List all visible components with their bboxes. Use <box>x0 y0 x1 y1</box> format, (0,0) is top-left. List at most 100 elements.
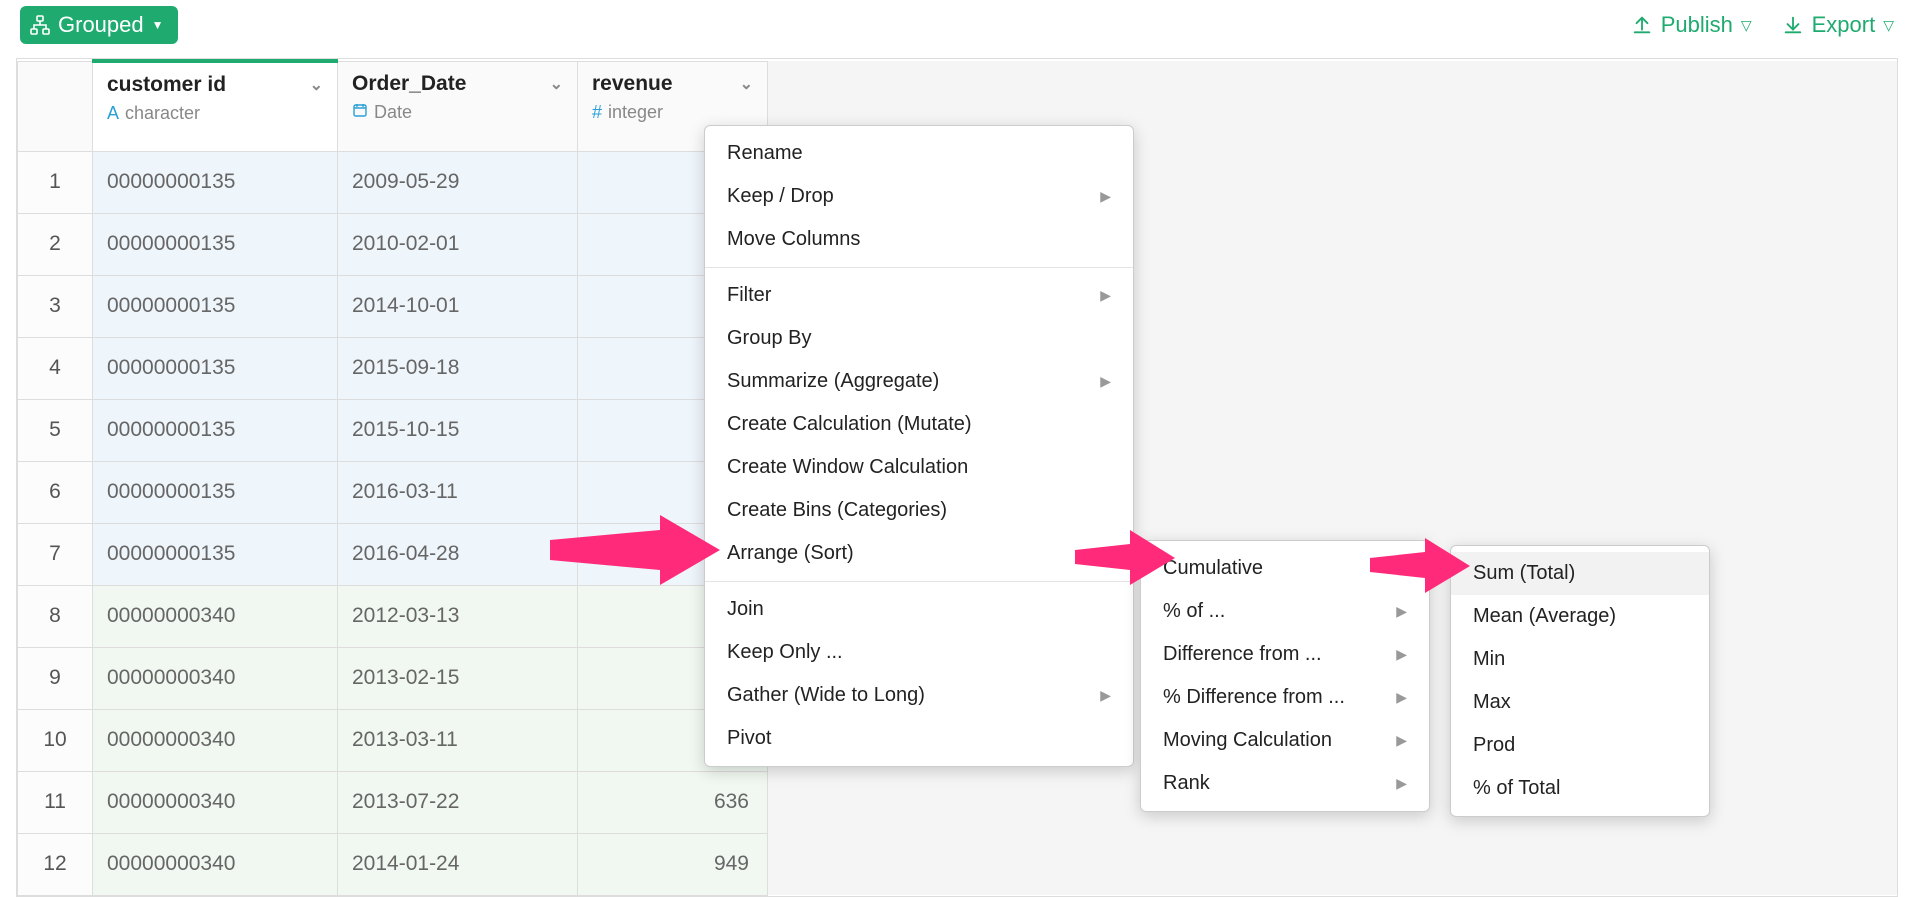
publish-button[interactable]: Publish ▽ <box>1631 12 1752 38</box>
chevron-right-icon: ▶ <box>1100 188 1111 205</box>
cell-order-date: 2015-09-18 <box>338 337 578 399</box>
chevron-right-icon: ▶ <box>1396 560 1407 577</box>
submenu-item-min[interactable]: Min <box>1451 638 1709 681</box>
menu-label: Filter <box>727 284 771 307</box>
chevron-right-icon: ▶ <box>1100 545 1111 562</box>
cell-customer-id: 00000000135 <box>93 337 338 399</box>
menu-label: Moving Calculation <box>1163 729 1332 752</box>
cell-customer-id: 00000000135 <box>93 151 338 213</box>
menu-label: % Difference from ... <box>1163 686 1345 709</box>
grouped-button[interactable]: Grouped ▼ <box>20 6 178 44</box>
caret-down-icon: ▼ <box>152 18 164 32</box>
menu-item-group-by[interactable]: Group By <box>705 317 1133 360</box>
menu-item-gather[interactable]: Gather (Wide to Long)▶ <box>705 674 1133 717</box>
window-calculation-submenu: Cumulative▶ % of ...▶ Difference from ..… <box>1140 540 1430 812</box>
cell-order-date: 2013-02-15 <box>338 647 578 709</box>
menu-label: Join <box>727 598 764 621</box>
upload-icon <box>1631 14 1653 36</box>
menu-label: % of Total <box>1473 777 1560 800</box>
menu-label: Create Window Calculation <box>727 456 968 479</box>
cumulative-submenu: Sum (Total) Mean (Average) Min Max Prod … <box>1450 545 1710 817</box>
submenu-item-percent-of[interactable]: % of ...▶ <box>1141 590 1429 633</box>
menu-item-create-bins[interactable]: Create Bins (Categories) <box>705 489 1133 532</box>
menu-item-join[interactable]: Join <box>705 588 1133 631</box>
cell-order-date: 2016-03-11 <box>338 461 578 523</box>
chevron-right-icon: ▶ <box>1396 603 1407 620</box>
submenu-item-moving-calculation[interactable]: Moving Calculation▶ <box>1141 719 1429 762</box>
menu-label: Mean (Average) <box>1473 605 1616 628</box>
cell-order-date: 2014-10-01 <box>338 275 578 337</box>
chevron-right-icon: ▶ <box>1396 775 1407 792</box>
col-type: character <box>125 103 200 124</box>
row-number: 9 <box>18 647 93 709</box>
cell-order-date: 2015-10-15 <box>338 399 578 461</box>
cell-customer-id: 00000000340 <box>93 709 338 771</box>
table-row[interactable]: 12000000003402014-01-24949 <box>18 833 1898 895</box>
menu-item-keep-drop[interactable]: Keep / Drop▶ <box>705 175 1133 218</box>
col-type: integer <box>608 102 663 123</box>
rownum-header <box>18 61 93 151</box>
submenu-item-pct-difference-from[interactable]: % Difference from ... ▶ <box>1141 676 1429 719</box>
chevron-right-icon: ▶ <box>1396 689 1407 706</box>
submenu-item-rank[interactable]: Rank▶ <box>1141 762 1429 805</box>
menu-label: Difference from ... <box>1163 643 1322 666</box>
row-number: 8 <box>18 585 93 647</box>
chevron-down-icon[interactable]: ⌄ <box>550 74 563 94</box>
menu-label: Move Columns <box>727 228 860 251</box>
submenu-item-sum[interactable]: Sum (Total) <box>1451 552 1709 595</box>
triangle-down-icon: ▽ <box>1741 17 1752 34</box>
toolbar-right: Publish ▽ Export ▽ <box>1631 12 1894 38</box>
menu-item-pivot[interactable]: Pivot <box>705 717 1133 760</box>
cell-order-date: 2009-05-29 <box>338 151 578 213</box>
export-label: Export <box>1812 12 1876 38</box>
row-number: 6 <box>18 461 93 523</box>
cell-customer-id: 00000000135 <box>93 399 338 461</box>
toolbar: Grouped ▼ Publish ▽ Export ▽ <box>0 0 1914 50</box>
cell-revenue: 949 <box>578 833 768 895</box>
cell-order-date: 2013-03-11 <box>338 709 578 771</box>
menu-label: Create Calculation (Mutate) <box>727 413 972 436</box>
chevron-right-icon: ▶ <box>1100 687 1111 704</box>
menu-label: Max <box>1473 691 1511 714</box>
menu-label: Pivot <box>727 727 771 750</box>
submenu-item-cumulative[interactable]: Cumulative▶ <box>1141 547 1429 590</box>
submenu-item-difference-from[interactable]: Difference from ... ▶ <box>1141 633 1429 676</box>
publish-label: Publish <box>1661 12 1733 38</box>
row-number: 1 <box>18 151 93 213</box>
menu-label: Sum (Total) <box>1473 562 1575 585</box>
chevron-down-icon[interactable]: ⌄ <box>310 75 323 95</box>
export-button[interactable]: Export ▽ <box>1782 12 1894 38</box>
chevron-down-icon[interactable]: ⌄ <box>740 74 753 94</box>
date-type-icon <box>352 102 368 123</box>
menu-label: Create Bins (Categories) <box>727 499 947 522</box>
submenu-item-prod[interactable]: Prod <box>1451 724 1709 767</box>
submenu-item-pct-total[interactable]: % of Total <box>1451 767 1709 810</box>
menu-item-create-calculation[interactable]: Create Calculation (Mutate) <box>705 403 1133 446</box>
cell-customer-id: 00000000340 <box>93 771 338 833</box>
cell-customer-id: 00000000135 <box>93 275 338 337</box>
column-header-customer-id[interactable]: customer id ⌄ A character <box>93 61 338 151</box>
menu-label: Prod <box>1473 734 1515 757</box>
chevron-right-icon: ▶ <box>1396 646 1407 663</box>
menu-item-create-window-calculation[interactable]: Create Window Calculation <box>705 446 1133 489</box>
menu-label: Min <box>1473 648 1505 671</box>
submenu-item-mean[interactable]: Mean (Average) <box>1451 595 1709 638</box>
menu-item-arrange[interactable]: Arrange (Sort)▶ <box>705 532 1133 575</box>
row-number: 7 <box>18 523 93 585</box>
column-header-order-date[interactable]: Order_Date ⌄ Date <box>338 61 578 151</box>
menu-item-move-columns[interactable]: Move Columns <box>705 218 1133 261</box>
col-name: revenue <box>592 72 673 96</box>
menu-item-keep-only[interactable]: Keep Only ... <box>705 631 1133 674</box>
menu-label: Group By <box>727 327 811 350</box>
submenu-item-max[interactable]: Max <box>1451 681 1709 724</box>
row-number: 5 <box>18 399 93 461</box>
number-type-icon: # <box>592 102 602 123</box>
chevron-right-icon: ▶ <box>1100 287 1111 304</box>
row-number: 2 <box>18 213 93 275</box>
menu-item-filter[interactable]: Filter ▶ <box>705 274 1133 317</box>
blank-cell <box>768 833 1898 895</box>
menu-item-summarize[interactable]: Summarize (Aggregate)▶ <box>705 360 1133 403</box>
row-number: 10 <box>18 709 93 771</box>
grouped-label: Grouped <box>58 12 144 38</box>
menu-item-rename[interactable]: Rename <box>705 132 1133 175</box>
